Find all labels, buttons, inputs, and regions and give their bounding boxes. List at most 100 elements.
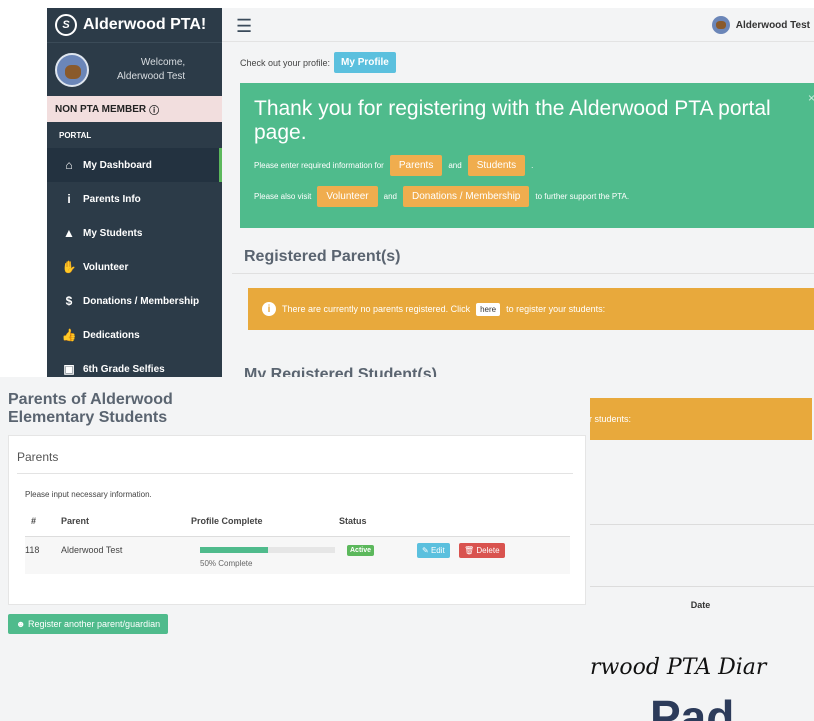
panel-note: Please input necessary information.: [25, 490, 152, 499]
divider: [232, 273, 814, 274]
row-id: 118: [25, 545, 40, 555]
banner-line-2-suffix: to further support the PTA.: [535, 192, 630, 201]
profile-progress-text: 50% Complete: [200, 559, 253, 568]
sidebar: S Alderwood PTA! Welcome, Alderwood Test…: [47, 8, 222, 388]
status-badge: Active: [347, 545, 375, 556]
edit-button[interactable]: ✎ Edit: [417, 543, 450, 558]
sidebar-item-donations[interactable]: $ Donations / Membership: [47, 284, 222, 318]
sidebar-item-label: My Students: [83, 227, 143, 239]
profile-progress-fill: [200, 547, 268, 553]
sidebar-item-label: Donations / Membership: [83, 295, 200, 307]
delete-button[interactable]: 🗑 Delete: [459, 543, 505, 558]
info-circle-icon: i: [262, 302, 276, 316]
parents-button[interactable]: Parents: [389, 155, 443, 176]
hamburger-menu-icon[interactable]: ☰: [236, 16, 252, 37]
panel-heading: Parents: [17, 450, 59, 464]
brand[interactable]: S Alderwood PTA!: [47, 8, 222, 42]
here-button[interactable]: here: [476, 302, 501, 316]
sidebar-item-volunteer[interactable]: ✋ Volunteer: [47, 250, 222, 284]
pta-dashboard-window: S Alderwood PTA! Welcome, Alderwood Test…: [47, 8, 814, 388]
no-parents-suffix: to register your students:: [506, 304, 606, 314]
top-user-name: Alderwood Test: [735, 19, 810, 31]
top-bar: ☰ Alderwood Test: [222, 8, 814, 42]
column-header-profile-complete: Profile Complete: [191, 516, 263, 526]
column-header-id: #: [31, 516, 37, 526]
camera-icon: ▣: [63, 362, 75, 376]
dollar-icon: $: [65, 294, 73, 308]
graduation-cap-icon: ▲: [63, 226, 75, 240]
registration-banner: × Thank you for registering with the Ald…: [240, 83, 814, 228]
row-parent: Alderwood Test: [61, 545, 123, 555]
profile-progress-bar: [200, 547, 335, 553]
page-title-line-1: Parents of Alderwood: [8, 391, 173, 408]
avatar: [55, 52, 89, 87]
profile-row: Check out your profile: My Profile: [240, 52, 396, 73]
sidebar-item-label: Dedications: [83, 329, 140, 341]
page-title-line-2: Elementary Students: [8, 409, 168, 426]
volunteer-button[interactable]: Volunteer: [317, 186, 378, 207]
sidebar-item-label: My Dashboard: [83, 159, 152, 171]
divider: [587, 524, 814, 525]
info-icon: i: [67, 192, 71, 206]
parents-panel: Parents Please input necessary informati…: [8, 435, 586, 605]
column-header-status: Status: [339, 516, 367, 526]
pencil-icon: ✎: [422, 546, 429, 555]
home-icon: ⌂: [65, 158, 73, 172]
membership-status-label: NON PTA MEMBER: [55, 103, 147, 115]
portal-heading: PORTAL: [59, 130, 92, 140]
avatar: [711, 16, 730, 34]
brand-logo-icon: S: [55, 14, 77, 36]
no-parents-alert: i There are currently no parents registe…: [248, 288, 814, 330]
sidebar-item-dedications[interactable]: 👍 Dedications: [47, 318, 222, 352]
banner-title: Thank you for registering with the Alder…: [254, 97, 771, 144]
no-parents-text: There are currently no parents registere…: [282, 304, 471, 314]
divider: [587, 586, 814, 587]
register-parent-button[interactable]: ☻ Register another parent/guardian: [8, 614, 169, 634]
banner-line-2-text: Please also visit: [254, 192, 312, 201]
thumbs-up-icon: 👍: [61, 328, 77, 342]
user-box: Welcome, Alderwood Test: [47, 42, 222, 96]
banner-line-1-text: Please enter required information for: [254, 161, 384, 170]
sidebar-item-label: Volunteer: [83, 261, 129, 273]
profile-prompt: Check out your profile:: [240, 57, 331, 68]
trash-icon: 🗑: [464, 546, 475, 555]
students-button[interactable]: Students: [467, 155, 526, 176]
register-parent-label: Register another parent/guardian: [28, 619, 161, 629]
welcome-text: Welcome, Alderwood Test: [117, 56, 185, 84]
main-content: Check out your profile: My Profile × Tha…: [222, 42, 814, 388]
membership-status: NON PTA MEMBER ⓘ: [47, 96, 222, 122]
sidebar-item-parents-info[interactable]: i Parents Info: [47, 182, 222, 216]
donations-button[interactable]: Donations / Membership: [402, 186, 530, 207]
students-alert: r students:: [587, 398, 812, 440]
table-row: 118 Alderwood Test 50% Complete Active ✎…: [25, 536, 570, 574]
banner-and-text: and: [383, 192, 397, 201]
registered-parents-title: Registered Parent(s): [244, 248, 401, 265]
welcome-name: Alderwood Test: [117, 70, 186, 82]
close-icon[interactable]: ×: [808, 91, 814, 105]
parents-window: Parents of Alderwood Elementary Students…: [0, 377, 590, 721]
user-icon: ☻: [16, 619, 26, 629]
students-alert-text: r students:: [589, 414, 632, 424]
sidebar-item-label: Parents Info: [83, 193, 141, 205]
diaries-heading: rwood PTA Diar: [590, 655, 767, 680]
banner-line-2: Please also visit Volunteer and Donation…: [254, 186, 803, 207]
my-profile-button[interactable]: My Profile: [334, 52, 396, 73]
column-header-parent: Parent: [61, 516, 90, 526]
large-heading: Pad: [650, 691, 735, 721]
banner-and-text: and: [448, 161, 462, 170]
sidebar-item-label: 6th Grade Selfies: [83, 363, 165, 375]
sidebar-item-my-students[interactable]: ▲ My Students: [47, 216, 222, 250]
screenshot-stage: S Alderwood PTA! Welcome, Alderwood Test…: [0, 0, 814, 721]
date-column-header: Date: [690, 600, 711, 610]
info-circle-icon: ⓘ: [149, 105, 160, 117]
sidebar-item-my-dashboard[interactable]: ⌂ My Dashboard: [47, 148, 222, 182]
delete-button-label: Delete: [476, 546, 500, 555]
banner-line-1: Please enter required information for Pa…: [254, 155, 803, 176]
hand-icon: ✋: [61, 260, 77, 274]
divider: [17, 473, 573, 474]
banner-period: .: [531, 161, 534, 170]
page-title: Parents of Alderwood Elementary Students: [8, 391, 173, 427]
brand-title: Alderwood PTA!: [83, 16, 207, 33]
edit-button-label: Edit: [430, 546, 445, 555]
top-user-menu[interactable]: Alderwood Test: [711, 16, 810, 34]
